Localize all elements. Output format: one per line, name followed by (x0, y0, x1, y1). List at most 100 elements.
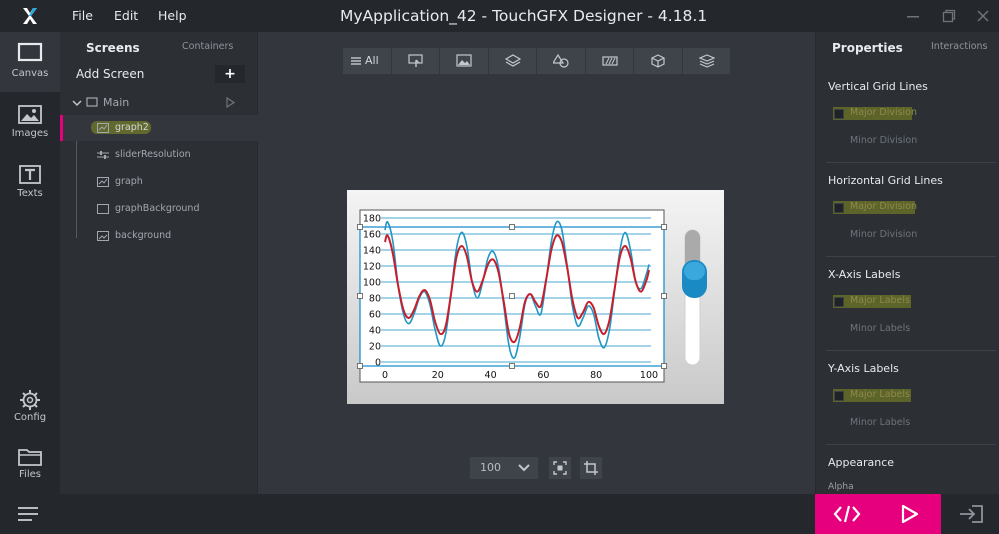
rail-label-texts: Texts (17, 188, 43, 199)
divider (826, 444, 996, 445)
shapes-icon (553, 54, 569, 68)
checkbox[interactable] (834, 297, 844, 307)
add-screen-label[interactable]: Add Screen (76, 67, 144, 81)
progress-widgets-button[interactable] (585, 48, 633, 74)
checkbox[interactable] (834, 109, 844, 119)
tree-item-graph2[interactable]: graph2 (60, 115, 258, 141)
touchgfx-logo-icon (0, 0, 60, 32)
filter-all-label: All (365, 54, 379, 67)
section-horizontal-grid-lines[interactable]: Horizontal Grid Lines (828, 174, 943, 187)
tree-item-background[interactable]: background (60, 223, 258, 249)
left-navigation-rail: Canvas Images Texts Config Files (0, 32, 60, 494)
graph-widget-icon (97, 177, 109, 187)
interaction-widgets-button[interactable] (391, 48, 439, 74)
hamburger-menu-icon[interactable] (18, 507, 40, 521)
generate-code-button[interactable] (815, 494, 878, 534)
y-tick-label: 40 (369, 326, 381, 337)
resize-handle[interactable] (661, 363, 667, 369)
section-appearance[interactable]: Appearance (828, 456, 894, 469)
resize-handle[interactable] (661, 293, 667, 299)
checkbox[interactable] (834, 203, 844, 213)
screen-name: Main (103, 96, 130, 109)
crop-button[interactable] (580, 457, 602, 479)
tree-item-graph[interactable]: graph (60, 169, 258, 195)
rail-item-images[interactable]: Images (0, 94, 60, 154)
menu-edit[interactable]: Edit (114, 8, 138, 23)
y-tick-label: 100 (363, 278, 381, 289)
divider (826, 256, 996, 257)
window-title: MyApplication_42 - TouchGFX Designer - 4… (340, 7, 708, 25)
resize-handle[interactable] (357, 293, 363, 299)
layers-icon (698, 54, 715, 68)
menu-file[interactable]: File (72, 8, 93, 23)
box-widget-icon (97, 204, 109, 214)
code-icon (833, 505, 861, 523)
rail-label-files: Files (19, 469, 41, 480)
rail-label-canvas: Canvas (11, 68, 49, 79)
filter-all-button[interactable]: All (343, 48, 391, 74)
resize-handle[interactable] (357, 363, 363, 369)
minimize-icon[interactable] (905, 8, 921, 24)
section-x-axis-labels[interactable]: X-Axis Labels (828, 268, 900, 281)
widget-toolbar: All (343, 48, 731, 74)
resize-handle[interactable] (509, 224, 515, 230)
y-tick-label: 120 (363, 262, 381, 273)
screens-panel: Screens Containers Add Screen + Main gra… (60, 32, 258, 494)
section-vertical-grid-lines[interactable]: Vertical Grid Lines (828, 80, 928, 93)
canvas-area: All 0 20 40 60 80 100 120 140 160 180 0 20 40 60 80 (258, 32, 815, 494)
tab-screens[interactable]: Screens (86, 41, 140, 55)
rail-item-texts[interactable]: Texts (0, 154, 60, 214)
tree-item-sliderresolution[interactable]: sliderResolution (60, 142, 258, 168)
resize-handle[interactable] (661, 224, 667, 230)
add-screen-button[interactable]: + (215, 65, 245, 83)
run-simulator-button[interactable] (878, 494, 941, 534)
layer-widgets-button[interactable] (682, 48, 730, 74)
play-screen-icon[interactable] (225, 97, 235, 108)
image-widget-icon (97, 231, 109, 241)
screen-canvas[interactable]: 0 20 40 60 80 100 120 140 160 180 0 20 40 60 80 100 (347, 190, 724, 404)
tree-item-graphbackground[interactable]: graphBackground (60, 196, 258, 222)
exit-icon[interactable] (958, 504, 984, 524)
tree-label-graph2: graph2 (115, 122, 149, 133)
text-icon (19, 165, 41, 184)
y-tick-label: 20 (369, 342, 381, 353)
slider-widget-icon (97, 151, 109, 159)
tree-label-background: background (115, 230, 172, 241)
rail-item-config[interactable]: Config (0, 378, 60, 438)
rail-label-images: Images (11, 128, 49, 139)
gear-icon (20, 390, 40, 410)
menu-help[interactable]: Help (158, 8, 187, 23)
tab-properties[interactable]: Properties (832, 41, 903, 55)
rail-item-files[interactable]: Files (0, 436, 60, 496)
image-icon (18, 105, 42, 124)
properties-panel: Properties Interactions Vertical Grid Li… (815, 32, 999, 494)
resize-handle[interactable] (509, 293, 515, 299)
zoom-select[interactable]: 100 (470, 457, 538, 479)
tab-interactions[interactable]: Interactions (931, 41, 988, 52)
3d-widgets-button[interactable] (634, 48, 682, 74)
resize-handle[interactable] (509, 363, 515, 369)
shape-widgets-button[interactable] (537, 48, 585, 74)
container-widgets-button[interactable] (488, 48, 536, 74)
close-icon[interactable] (975, 8, 991, 24)
y-tick-label: 180 (363, 214, 381, 225)
divider (826, 350, 996, 351)
section-y-axis-labels[interactable]: Y-Axis Labels (828, 362, 899, 375)
title-bar: File Edit Help MyApplication_42 - TouchG… (0, 0, 999, 32)
image-widgets-button[interactable] (440, 48, 488, 74)
screen-main-row[interactable]: Main (60, 92, 258, 114)
list-icon (351, 57, 361, 65)
rail-item-canvas[interactable]: Canvas (0, 32, 60, 92)
restore-icon[interactable] (941, 8, 957, 24)
x-tick-label: 20 (432, 370, 444, 381)
rail-label-config: Config (13, 412, 47, 423)
chevron-down-icon[interactable] (72, 98, 82, 108)
graph-widget[interactable]: 0 20 40 60 80 100 120 140 160 180 0 20 40 60 80 100 (347, 190, 724, 404)
zoom-fit-button[interactable] (549, 457, 571, 479)
checkbox[interactable] (834, 391, 844, 401)
progress-icon (601, 56, 618, 66)
tab-containers[interactable]: Containers (182, 41, 233, 52)
resize-handle[interactable] (357, 224, 363, 230)
crop-icon (584, 461, 598, 475)
bottom-bar (0, 494, 999, 534)
